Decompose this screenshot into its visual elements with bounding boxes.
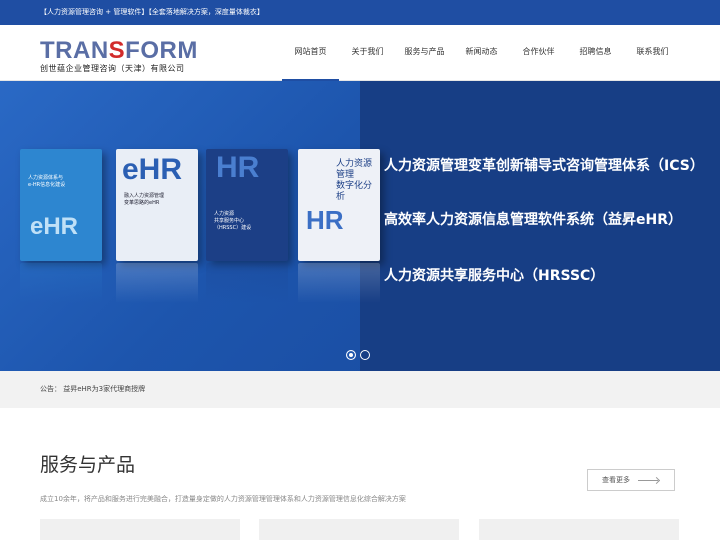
notice-bar: 公告： 益昇eHR为3家代理商授牌 (0, 371, 720, 408)
book-title: 人力资源管理 数字化分析 (336, 159, 373, 202)
book-cover-ehr-change: eHR 融入人力资源管理 变革思路的eHR (116, 149, 198, 261)
book-reflection (20, 263, 102, 303)
slider-dot-1[interactable] (346, 350, 356, 360)
nav-item-about[interactable]: 关于我们 (339, 25, 396, 81)
main-nav: 网站首页 关于我们 服务与产品 新闻动态 合作伙伴 招聘信息 联系我们 (282, 25, 681, 81)
book-cover-hrssc: HR 人力资源 共享服务中心 （HRSSC）建设 (206, 149, 288, 261)
top-announcement-bar: 【人力资源管理咨询 + 管理软件】【全套落地解决方案，深度量体裁衣】 (0, 0, 720, 25)
notice-text[interactable]: 公告： 益昇eHR为3家代理商授牌 (40, 385, 145, 393)
book-covers: 人力资源体系与 e-HR信息化建设 eHR eHR 融入人力资源管理 变革思路的eH… (20, 149, 380, 339)
nav-item-news[interactable]: 新闻动态 (453, 25, 510, 81)
slogan-ehr: 高效率人力资源信息管理软件系统（益昇eHR） (384, 212, 682, 228)
section-title: 服务与产品 (40, 454, 136, 476)
section-description: 成立10余年，将产品和服务进行完美融合，打造量身定做的人力资源管理管理体系和人力… (40, 495, 406, 503)
site-header: TRANSFORM 创世蕴企业管理咨询（天津）有限公司 网站首页 关于我们 服务… (0, 25, 720, 81)
nav-item-jobs[interactable]: 招聘信息 (567, 25, 624, 81)
top-bar-text: 【人力资源管理咨询 + 管理软件】【全套落地解决方案，深度量体裁衣】 (40, 8, 264, 16)
book-logo-text: eHR (30, 213, 79, 240)
service-card[interactable] (479, 519, 679, 540)
slogan-hrssc: 人力资源共享服务中心（HRSSC） (384, 268, 605, 284)
service-cards (40, 519, 680, 540)
book-title: 融入人力资源管理 变革思路的eHR (124, 193, 165, 206)
view-more-label: 查看更多 (602, 476, 630, 484)
service-card[interactable] (259, 519, 459, 540)
nav-item-contact[interactable]: 联系我们 (624, 25, 681, 81)
slider-dots (346, 350, 370, 360)
book-title: 人力资源 共享服务中心 （HRSSC）建设 (214, 211, 252, 231)
book-reflection (206, 263, 288, 303)
arrow-right-icon (638, 480, 658, 481)
logo-text-s: S (108, 37, 126, 64)
book-cover-hr-analysis: 人力资源管理 数字化分析 HR (298, 149, 380, 261)
logo-text-post: FORM (125, 37, 198, 64)
view-more-button[interactable]: 查看更多 (587, 469, 675, 491)
logo-text-pre: TRAN (40, 37, 109, 64)
book-title: 人力资源体系与 e-HR信息化建设 (28, 175, 66, 188)
book-reflection (116, 263, 198, 303)
book-logo-text: HR (306, 205, 344, 235)
logo-company-name: 创世蕴企业管理咨询（天津）有限公司 (40, 64, 185, 73)
slider-dot-2[interactable] (360, 350, 370, 360)
book-logo-text: HR (216, 151, 260, 184)
slogan-ics: 人力资源管理变革创新辅导式咨询管理体系（ICS） (384, 158, 704, 174)
service-card[interactable] (40, 519, 240, 540)
company-logo[interactable]: TRANSFORM 创世蕴企业管理咨询（天津）有限公司 (40, 37, 210, 74)
hero-banner[interactable]: 人力资源体系与 e-HR信息化建设 eHR eHR 融入人力资源管理 变革思路的eH… (0, 81, 720, 371)
nav-item-home[interactable]: 网站首页 (282, 25, 339, 81)
nav-item-services[interactable]: 服务与产品 (396, 25, 453, 81)
book-logo-text: eHR (122, 153, 183, 186)
book-reflection (298, 263, 380, 303)
nav-item-partners[interactable]: 合作伙伴 (510, 25, 567, 81)
book-cover-ehr-system: 人力资源体系与 e-HR信息化建设 eHR (20, 149, 102, 261)
